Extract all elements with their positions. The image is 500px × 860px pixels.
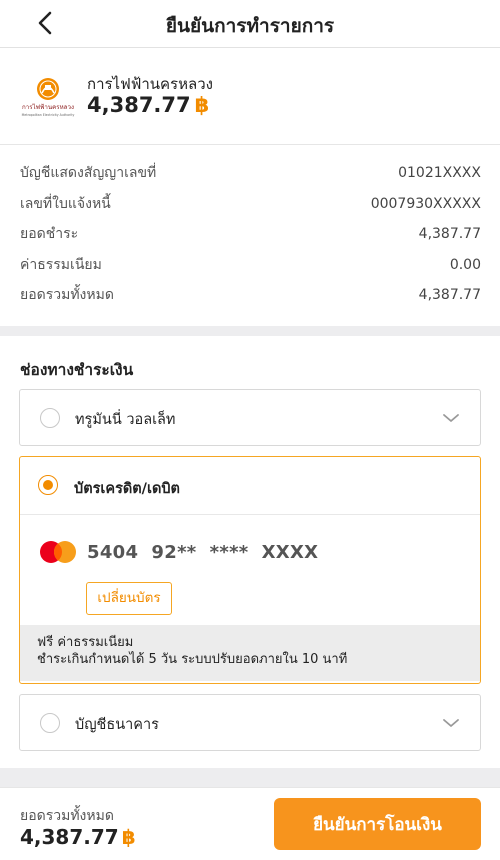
mastercard-icon <box>40 541 76 563</box>
section-divider <box>0 326 500 336</box>
total-amount: 4,387.77 ฿ <box>20 825 136 849</box>
card-number: 5404 92** **** XXXX <box>87 542 319 563</box>
detail-label: บัญชีแสดงสัญญาเลขที่ <box>20 165 157 182</box>
detail-label: ยอดรวมทั้งหมด <box>20 287 114 304</box>
detail-label: ยอดชำระ <box>20 226 79 243</box>
option-label: ทรูมันนี่ วอลเล็ท <box>75 412 176 428</box>
bottom-bar: ยอดรวมทั้งหมด 4,387.77 ฿ ยืนยันการโอนเงิน <box>0 787 500 860</box>
detail-value: 0.00 <box>449 256 481 273</box>
chevron-down-icon[interactable] <box>442 412 460 424</box>
detail-row-payment-amount: ยอดชำระ 4,387.77 <box>0 219 500 250</box>
page-title: ยืนยันการทำรายการ <box>165 15 335 37</box>
grace-line: ชำระเกินกำหนดได้ 5 วัน ระบบปรับยอดภายใน … <box>37 652 348 667</box>
detail-value: 01021XXXX <box>398 165 481 182</box>
detail-value: 4,387.77 <box>418 287 481 304</box>
change-card-button[interactable]: เปลี่ยนบัตร <box>86 582 172 615</box>
detail-value: 0007930XXXXX <box>370 195 481 212</box>
radio-icon[interactable] <box>40 408 60 428</box>
fee-line: ฟรี ค่าธรรมเนียม <box>37 635 134 650</box>
payment-option-bank[interactable]: บัญชีธนาคาร <box>19 694 481 751</box>
fee-note: ฟรี ค่าธรรมเนียม ชำระเกินกำหนดได้ 5 วัน … <box>20 625 480 681</box>
top-bar: ยืนยันการทำรายการ <box>0 0 500 48</box>
mea-logo-icon: การไฟฟ้านครหลวง Metropolitan Electricity… <box>22 78 75 117</box>
option-label: บัตรเครดิต/เดบิต <box>74 481 180 497</box>
detail-label: เลขที่ใบแจ้งหนี้ <box>20 195 111 212</box>
detail-row-fee: ค่าธรรมเนียม 0.00 <box>0 250 500 281</box>
baht-symbol: ฿ <box>194 93 210 117</box>
logo-text: การไฟฟ้านครหลวง <box>22 103 74 111</box>
detail-row-contract: บัญชีแสดงสัญญาเลขที่ 01021XXXX <box>0 158 500 189</box>
baht-symbol: ฿ <box>121 825 136 849</box>
radio-icon[interactable] <box>40 713 60 733</box>
total-value: 4,387.77 <box>20 825 119 849</box>
option-label: บัญชีธนาคาร <box>75 717 159 733</box>
radio-icon[interactable] <box>38 475 58 495</box>
detail-value: 4,387.77 <box>418 226 481 243</box>
section-divider <box>0 768 500 787</box>
payment-section-title: ช่องทางชำระเงิน <box>20 361 134 379</box>
detail-row-total: ยอดรวมทั้งหมด 4,387.77 <box>0 280 500 311</box>
merchant-summary: การไฟฟ้านครหลวง Metropolitan Electricity… <box>0 49 500 145</box>
detail-row-invoice: เลขที่ใบแจ้งหนี้ 0007930XXXXX <box>0 189 500 220</box>
divider <box>20 514 480 515</box>
merchant-amount: 4,387.77 ฿ <box>87 93 209 117</box>
confirm-transfer-button[interactable]: ยืนยันการโอนเงิน <box>274 798 481 850</box>
payment-option-truemoney[interactable]: ทรูมันนี่ วอลเล็ท <box>19 389 481 446</box>
amount-value: 4,387.77 <box>87 93 191 117</box>
detail-label: ค่าธรรมเนียม <box>20 256 102 273</box>
bill-details: บัญชีแสดงสัญญาเลขที่ 01021XXXX เลขที่ใบแ… <box>0 158 500 311</box>
logo-subtext: Metropolitan Electricity Authority <box>22 113 75 117</box>
chevron-down-icon[interactable] <box>442 717 460 729</box>
payment-option-card[interactable]: บัตรเครดิต/เดบิต 5404 92** **** XXXX เปล… <box>19 456 481 684</box>
total-label: ยอดรวมทั้งหมด <box>20 808 114 824</box>
